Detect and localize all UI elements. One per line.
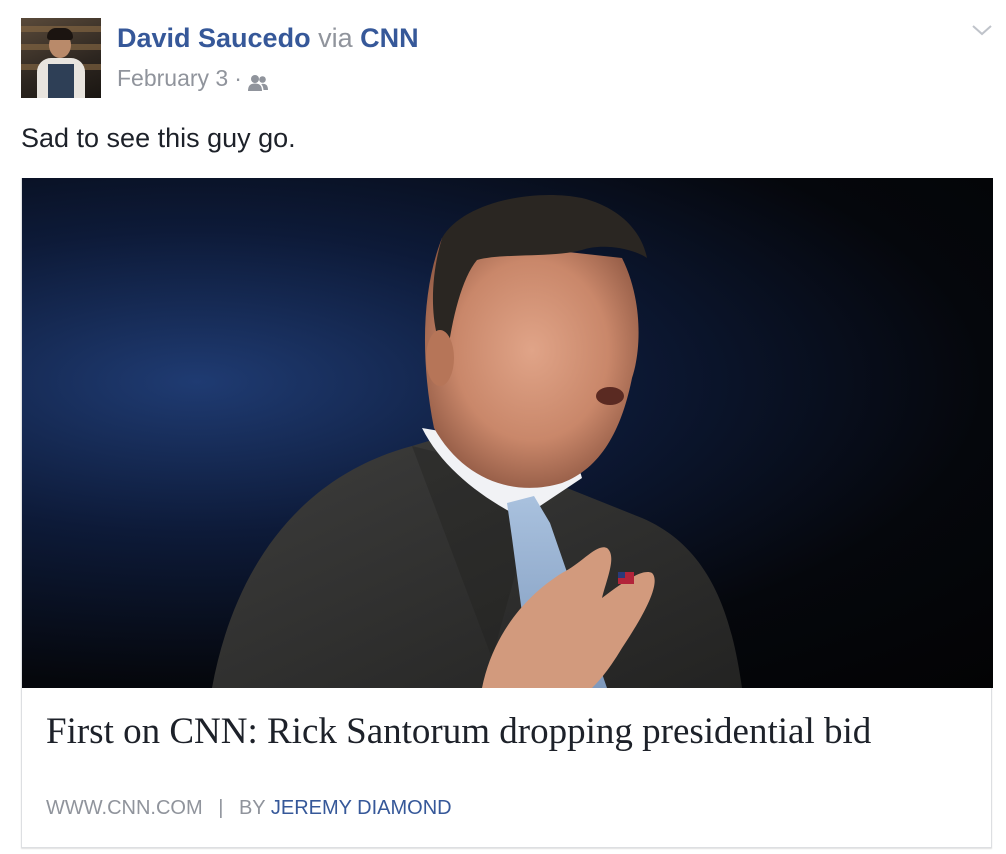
meta-separator: · xyxy=(234,65,242,91)
byline-label: BY xyxy=(238,797,266,819)
post-meta: February 3 · xyxy=(117,63,269,93)
post-header-title: David Saucedo via CNN xyxy=(117,22,419,54)
link-footer: WWW.CNN.COM | BY JEREMY DIAMOND xyxy=(46,795,452,821)
shared-link-card[interactable]: First on CNN: Rick Santorum dropping pre… xyxy=(21,178,993,848)
link-title[interactable]: First on CNN: Rick Santorum dropping pre… xyxy=(46,710,976,754)
friends-icon[interactable] xyxy=(247,69,269,91)
post-message: Sad to see this guy go. xyxy=(21,123,296,153)
link-preview-image[interactable] xyxy=(22,178,993,688)
post-timestamp-link[interactable]: February 3 xyxy=(117,63,228,93)
post-options-chevron-icon[interactable] xyxy=(970,22,994,38)
author-name-link[interactable]: David Saucedo xyxy=(117,23,311,53)
author-avatar[interactable] xyxy=(21,18,101,98)
source-page-link[interactable]: CNN xyxy=(360,23,419,53)
photo-illustration xyxy=(212,194,742,688)
avatar-figure-hair xyxy=(47,28,73,40)
footer-divider: | xyxy=(218,797,224,819)
avatar-figure-apron xyxy=(48,64,74,98)
via-label: via xyxy=(318,23,353,53)
link-domain: WWW.CNN.COM xyxy=(46,797,203,819)
byline-author-link[interactable]: JEREMY DIAMOND xyxy=(271,797,452,819)
